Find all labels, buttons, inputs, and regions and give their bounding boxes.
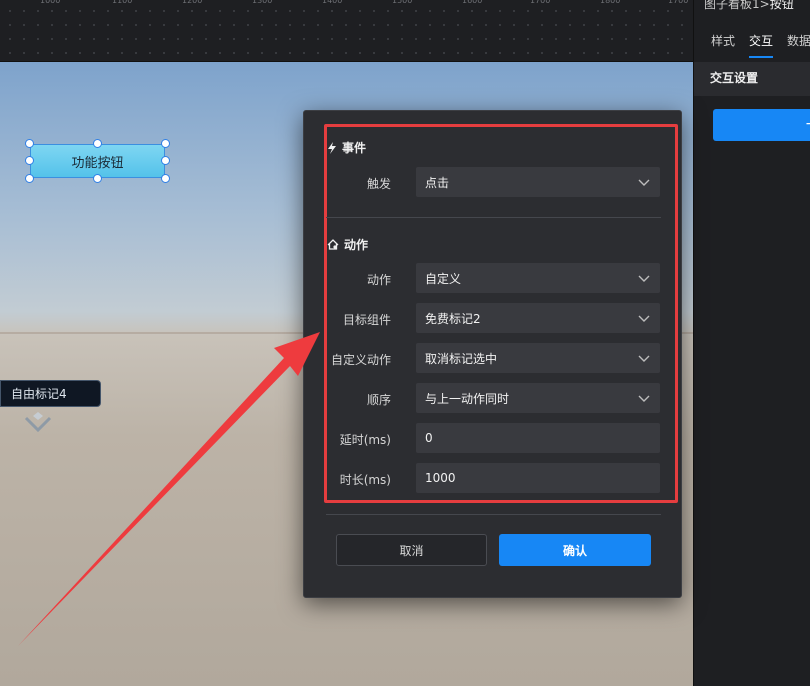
action-label: 动作 bbox=[366, 273, 391, 287]
tab-interaction[interactable]: 交互 bbox=[749, 28, 774, 58]
order-value: 与上一动作同时 bbox=[425, 391, 510, 406]
cancel-button[interactable]: 取消 bbox=[336, 534, 487, 566]
ruler-tick: 1500 bbox=[392, 0, 413, 5]
resize-handle[interactable] bbox=[25, 156, 34, 165]
section-divider bbox=[326, 217, 661, 218]
function-button-component[interactable]: 功能按钮 bbox=[30, 144, 165, 178]
duration-label: 时长(ms) bbox=[339, 473, 391, 487]
resize-handle[interactable] bbox=[161, 156, 170, 165]
ruler-tick: 1300 bbox=[252, 0, 273, 5]
target-component-label: 目标组件 bbox=[342, 313, 391, 327]
breadcrumb: 图子看板1>按钮 bbox=[704, 0, 794, 12]
add-interaction-button[interactable]: + bbox=[713, 109, 810, 141]
duration-input[interactable]: 1000 bbox=[416, 463, 660, 493]
marker-pin-icon bbox=[24, 412, 52, 433]
delay-label: 延时(ms) bbox=[339, 433, 391, 447]
ruler-tick: 1800 bbox=[600, 0, 621, 5]
chevron-down-icon bbox=[638, 315, 650, 322]
footer-divider bbox=[326, 514, 661, 515]
resize-handle[interactable] bbox=[93, 139, 102, 148]
property-panel: 图子看板1>按钮 样式 交互 数据 交互设置 + bbox=[693, 0, 810, 686]
duration-value: 1000 bbox=[425, 471, 456, 485]
ruler-tick: 1100 bbox=[112, 0, 133, 5]
order-label: 顺序 bbox=[366, 393, 391, 407]
target-component-value: 免费标记2 bbox=[425, 311, 481, 326]
order-select[interactable]: 与上一动作同时 bbox=[416, 383, 660, 413]
target-component-select[interactable]: 免费标记2 bbox=[416, 303, 660, 333]
breadcrumb-parent[interactable]: 图子看板1 bbox=[704, 0, 760, 11]
action-section-label: 动作 bbox=[344, 238, 369, 252]
trigger-value: 点击 bbox=[425, 175, 450, 190]
resize-handle[interactable] bbox=[25, 174, 34, 183]
ruler-tick: 1700 bbox=[530, 0, 551, 5]
ruler-tick: 1600 bbox=[462, 0, 483, 5]
delay-input[interactable]: 0 bbox=[416, 423, 660, 453]
action-section-title: 动作 bbox=[327, 236, 368, 253]
custom-action-select[interactable]: 取消标记选中 bbox=[416, 343, 660, 373]
custom-action-value: 取消标记选中 bbox=[425, 351, 498, 366]
event-section-title: 事件 bbox=[327, 139, 366, 156]
tab-style[interactable]: 样式 bbox=[711, 28, 735, 58]
resize-handle[interactable] bbox=[161, 139, 170, 148]
free-marker-label[interactable]: 自由标记4 bbox=[0, 380, 101, 407]
trigger-label: 触发 bbox=[366, 177, 391, 191]
chevron-down-icon bbox=[638, 395, 650, 402]
resize-handle[interactable] bbox=[161, 174, 170, 183]
canvas-ruler: 1000 1100 1200 1300 1400 1500 1600 1700 … bbox=[0, 0, 693, 62]
interaction-dialog: 事件 触发 点击 动作 动作 自定义 目标组件 免费标记2 自定义动作 取消标记… bbox=[303, 110, 682, 598]
resize-handle[interactable] bbox=[25, 139, 34, 148]
action-value: 自定义 bbox=[425, 271, 462, 286]
chevron-down-icon bbox=[638, 179, 650, 186]
breadcrumb-current: 按钮 bbox=[769, 0, 794, 11]
interaction-settings-title: 交互设置 bbox=[694, 62, 810, 96]
chevron-down-icon bbox=[638, 275, 650, 282]
lightning-icon bbox=[328, 141, 336, 154]
confirm-button[interactable]: 确认 bbox=[499, 534, 651, 566]
home-gear-icon bbox=[327, 239, 339, 250]
resize-handle[interactable] bbox=[93, 174, 102, 183]
ruler-tick: 1700 bbox=[668, 0, 689, 5]
trigger-select[interactable]: 点击 bbox=[416, 167, 660, 197]
chevron-down-icon bbox=[638, 355, 650, 362]
tab-data[interactable]: 数据 bbox=[787, 28, 810, 58]
ruler-tick: 1400 bbox=[322, 0, 343, 5]
ruler-tick: 1000 bbox=[40, 0, 61, 5]
panel-tabs: 样式 交互 数据 bbox=[694, 28, 810, 58]
ruler-tick: 1200 bbox=[182, 0, 203, 5]
event-section-label: 事件 bbox=[342, 141, 367, 155]
delay-value: 0 bbox=[425, 431, 433, 445]
custom-action-label: 自定义动作 bbox=[330, 353, 391, 367]
breadcrumb-separator: > bbox=[759, 0, 770, 11]
action-select[interactable]: 自定义 bbox=[416, 263, 660, 293]
